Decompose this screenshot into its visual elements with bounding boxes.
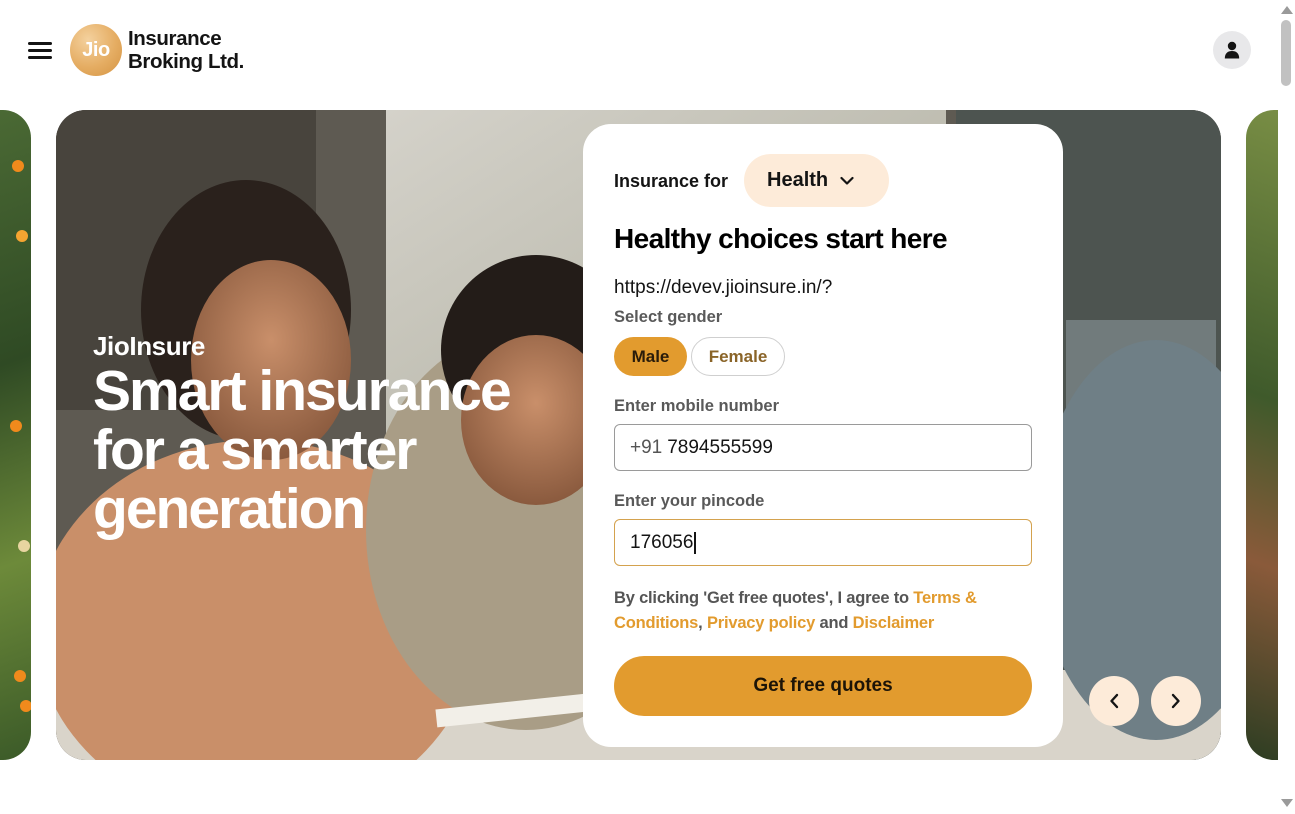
page-scrollbar[interactable] [1278, 0, 1295, 814]
logo-line-1: Insurance [128, 27, 222, 50]
gender-female-button[interactable]: Female [691, 337, 785, 376]
pincode-value: 176056 [630, 531, 694, 553]
mobile-label: Enter mobile number [614, 397, 780, 415]
hero-brand: JioInsure [93, 331, 205, 361]
hamburger-menu-icon[interactable] [28, 40, 52, 60]
site-header: Jio Insurance Broking Ltd. [0, 0, 1278, 100]
jio-logo-icon[interactable]: Jio [70, 24, 122, 76]
profile-button[interactable] [1213, 31, 1251, 69]
scroll-up-arrow-icon[interactable] [1281, 6, 1293, 14]
gender-male-button[interactable]: Male [614, 337, 687, 376]
hero-title-line: for a smarter [93, 418, 418, 482]
get-free-quotes-button[interactable]: Get free quotes [614, 656, 1032, 716]
hero-title-line: Smart insurance [93, 359, 512, 423]
scrollbar-thumb[interactable] [1281, 20, 1291, 86]
disclaimer-link[interactable]: Disclaimer [853, 614, 935, 632]
logo-mark: Jio [82, 38, 110, 61]
mobile-number-input[interactable]: +91 7894555599 [614, 424, 1032, 471]
chevron-down-icon [840, 176, 854, 185]
hero-title: Smart insurance for a smarter generation [93, 362, 583, 539]
url-text: https://devev.jioinsure.in/? [614, 277, 833, 298]
carousel-prev-button[interactable] [1089, 676, 1139, 726]
hero-title-line: generation [93, 477, 366, 541]
privacy-policy-link[interactable]: Privacy policy [707, 614, 815, 632]
scroll-down-arrow-icon[interactable] [1281, 799, 1293, 807]
carousel-slide-previous [0, 110, 31, 760]
pincode-input[interactable]: 176056 [614, 519, 1032, 566]
quote-form-card: Insurance for Health Healthy choices sta… [583, 124, 1063, 747]
consent-prefix: By clicking 'Get free quotes', I agree t… [614, 589, 909, 607]
insurance-type-value: Health [767, 169, 829, 191]
logo-text[interactable]: Insurance Broking Ltd. [128, 27, 244, 73]
chevron-right-icon [1171, 693, 1180, 709]
carousel-next-button[interactable] [1151, 676, 1201, 726]
user-icon [1224, 41, 1240, 59]
logo-line-2: Broking Ltd. [128, 50, 244, 73]
mobile-number-value: 7894555599 [667, 436, 773, 458]
consent-text: By clicking 'Get free quotes', I agree t… [614, 586, 1034, 636]
insurance-for-label: Insurance for [614, 171, 729, 191]
form-heading: Healthy choices start here [614, 223, 948, 254]
insurance-type-dropdown[interactable]: Health [744, 154, 889, 207]
gender-label: Select gender [614, 308, 723, 326]
pincode-label: Enter your pincode [614, 492, 765, 510]
consent-and: and [819, 614, 849, 632]
country-code-prefix: +91 [630, 436, 663, 458]
chevron-left-icon [1110, 693, 1119, 709]
consent-comma: , [698, 614, 703, 632]
text-cursor [694, 531, 696, 554]
